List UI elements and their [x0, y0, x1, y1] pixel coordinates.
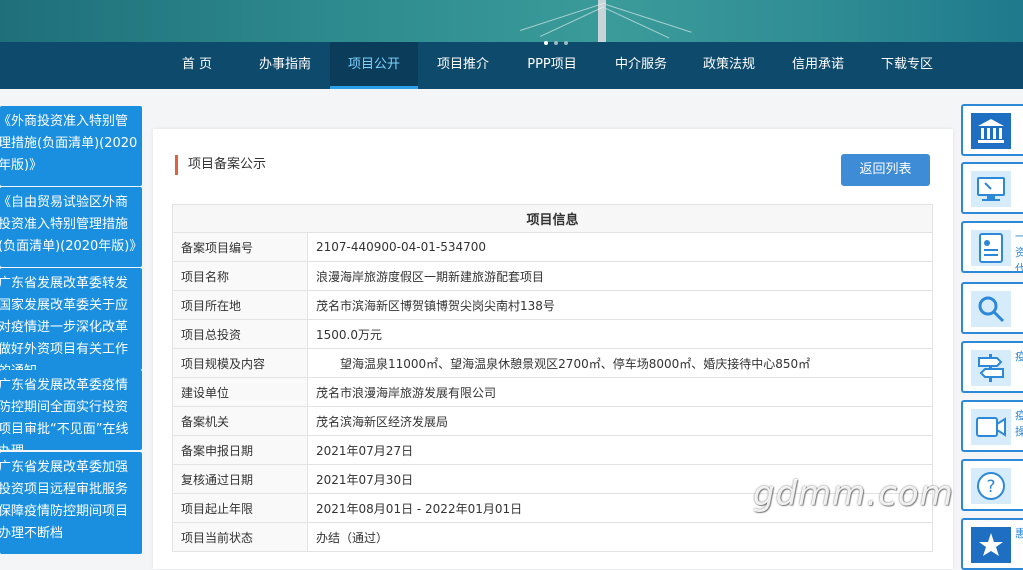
side-link-text: 疫 [1015, 349, 1023, 365]
table-row: 项目总投资 1500.0万元 [172, 319, 933, 349]
carousel-dot[interactable] [564, 41, 568, 45]
row-value: 2107-440900-04-01-534700 [307, 232, 933, 262]
side-link-epidemic-guide[interactable]: 疫 [961, 341, 1023, 393]
table-row: 项目所在地 茂名市滨海新区博贺镇博贺尖岗尖南村138号 [172, 290, 933, 320]
watermark: gdmm.com [753, 474, 954, 514]
row-label: 备案申报日期 [172, 435, 308, 465]
news-item[interactable]: 《外商投资准入特别管理措施(负面清单)(2020年版)》 [0, 106, 142, 186]
row-value: 1500.0万元 [307, 319, 933, 349]
news-item-text: 广东省发展改革委转发国家发展改革委关于应对疫情进一步深化改革做好外资项目有关工作… [0, 276, 129, 370]
question-icon: ? [971, 468, 1011, 504]
row-value: 办结（通过） [307, 522, 933, 552]
nav-item-download[interactable]: 下载专区 [864, 42, 950, 89]
row-label: 项目所在地 [172, 290, 308, 320]
nav-item-home[interactable]: 首 页 [166, 42, 228, 89]
table-row: 项目规模及内容 望海温泉11000㎡、望海温泉休憩景观区2700㎡、停车场800… [172, 348, 933, 378]
side-link-benefit[interactable]: 惠 [961, 518, 1023, 570]
back-to-list-button[interactable]: 返回列表 [841, 154, 930, 186]
side-link-text: 疫操 [1015, 408, 1023, 440]
table-header: 项目信息 [172, 204, 933, 233]
row-label: 项目起止年限 [172, 493, 308, 523]
side-link-bank[interactable] [961, 104, 1023, 156]
row-label: 项目当前状态 [172, 522, 308, 552]
row-label: 备案机关 [172, 406, 308, 436]
news-item-text: 《外商投资准入特别管理措施(负面清单)(2020年版)》 [0, 114, 138, 173]
top-banner [0, 0, 1023, 42]
row-label: 复核通过日期 [172, 464, 308, 494]
side-link-help[interactable]: ? [961, 459, 1023, 511]
side-link-text: 惠 [1015, 526, 1023, 542]
side-link-agent[interactable]: 一资代 [961, 221, 1023, 273]
news-item-text: 《自由贸易试验区外商投资准入特别管理措施(负面清单)(2020年版)》 [0, 195, 142, 254]
magnifier-icon [971, 291, 1011, 327]
id-card-icon [971, 230, 1011, 266]
bridge-cable [520, 2, 606, 31]
row-value: 茂名市滨海新区博贺镇博贺尖岗尖南村138号 [307, 290, 933, 320]
nav-item-ppp[interactable]: PPP项目 [508, 42, 596, 89]
row-value: 望海温泉11000㎡、望海温泉休憩景观区2700㎡、停车场8000㎡、婚庆接待中… [307, 348, 933, 378]
news-item-text: 广东省发展改革委加强投资项目远程审批服务保障疫情防控期间项目办理不断档 [0, 460, 129, 541]
table-row: 项目当前状态 办结（通过） [172, 522, 933, 552]
table-row: 建设单位 茂名市浪漫海岸旅游发展有限公司 [172, 377, 933, 407]
carousel-dot[interactable] [544, 41, 548, 45]
video-camera-icon [971, 409, 1011, 445]
bank-icon [971, 113, 1011, 149]
row-value: 茂名市浪漫海岸旅游发展有限公司 [307, 377, 933, 407]
bridge-cable [540, 6, 604, 37]
nav-item-project-promotion[interactable]: 项目推介 [420, 42, 506, 89]
nav-item-policy[interactable]: 政策法规 [686, 42, 772, 89]
news-item[interactable]: 广东省发展改革委加强投资项目远程审批服务保障疫情防控期间项目办理不断档 [0, 452, 142, 554]
row-label: 备案项目编号 [172, 232, 308, 262]
bridge-cable [605, 8, 670, 39]
row-label: 项目总投资 [172, 319, 308, 349]
panel-title: 项目备案公示 [175, 155, 266, 175]
nav-item-agency[interactable]: 中介服务 [598, 42, 684, 89]
news-item-text: 广东省发展改革委疫情防控期间全面实行投资项目审批“不见面”在线办理 [0, 378, 129, 450]
table-row: 备案项目编号 2107-440900-04-01-534700 [172, 232, 933, 262]
row-label: 建设单位 [172, 377, 308, 407]
side-link-search[interactable] [961, 282, 1023, 334]
nav-item-guide[interactable]: 办事指南 [242, 42, 328, 89]
carousel-dots [544, 41, 584, 49]
news-item[interactable]: 广东省发展改革委转发国家发展改革委关于应对疫情进一步深化改革做好外资项目有关工作… [0, 268, 142, 370]
main-nav: 首 页 办事指南 项目公开 项目推介 PPP项目 中介服务 政策法规 信用承诺 … [0, 42, 1023, 89]
table-row: 备案机关 茂名滨海新区经济发展局 [172, 406, 933, 436]
side-link-online[interactable] [961, 162, 1023, 214]
row-value: 茂名滨海新区经济发展局 [307, 406, 933, 436]
table-row: 备案申报日期 2021年07月27日 [172, 435, 933, 465]
carousel-dot[interactable] [554, 41, 558, 45]
svg-text:?: ? [986, 477, 995, 497]
row-value: 2021年07月27日 [307, 435, 933, 465]
news-item[interactable]: 广东省发展改革委疫情防控期间全面实行投资项目审批“不见面”在线办理 [0, 370, 142, 450]
news-item[interactable]: 《自由贸易试验区外商投资准入特别管理措施(负面清单)(2020年版)》 [0, 187, 142, 267]
row-value: 浪漫海岸旅游度假区一期新建旅游配套项目 [307, 261, 933, 291]
signpost-icon [971, 350, 1011, 386]
table-row: 项目名称 浪漫海岸旅游度假区一期新建旅游配套项目 [172, 261, 933, 291]
table-header-row: 项目信息 [172, 204, 933, 233]
side-link-epidemic-video[interactable]: 疫操 [961, 400, 1023, 452]
nav-item-credit[interactable]: 信用承诺 [774, 42, 862, 89]
monitor-icon [971, 171, 1011, 207]
nav-item-project-public[interactable]: 项目公开 [330, 42, 418, 89]
row-label: 项目名称 [172, 261, 308, 291]
row-label: 项目规模及内容 [172, 348, 308, 378]
side-link-text: 一资代 [1015, 229, 1023, 271]
